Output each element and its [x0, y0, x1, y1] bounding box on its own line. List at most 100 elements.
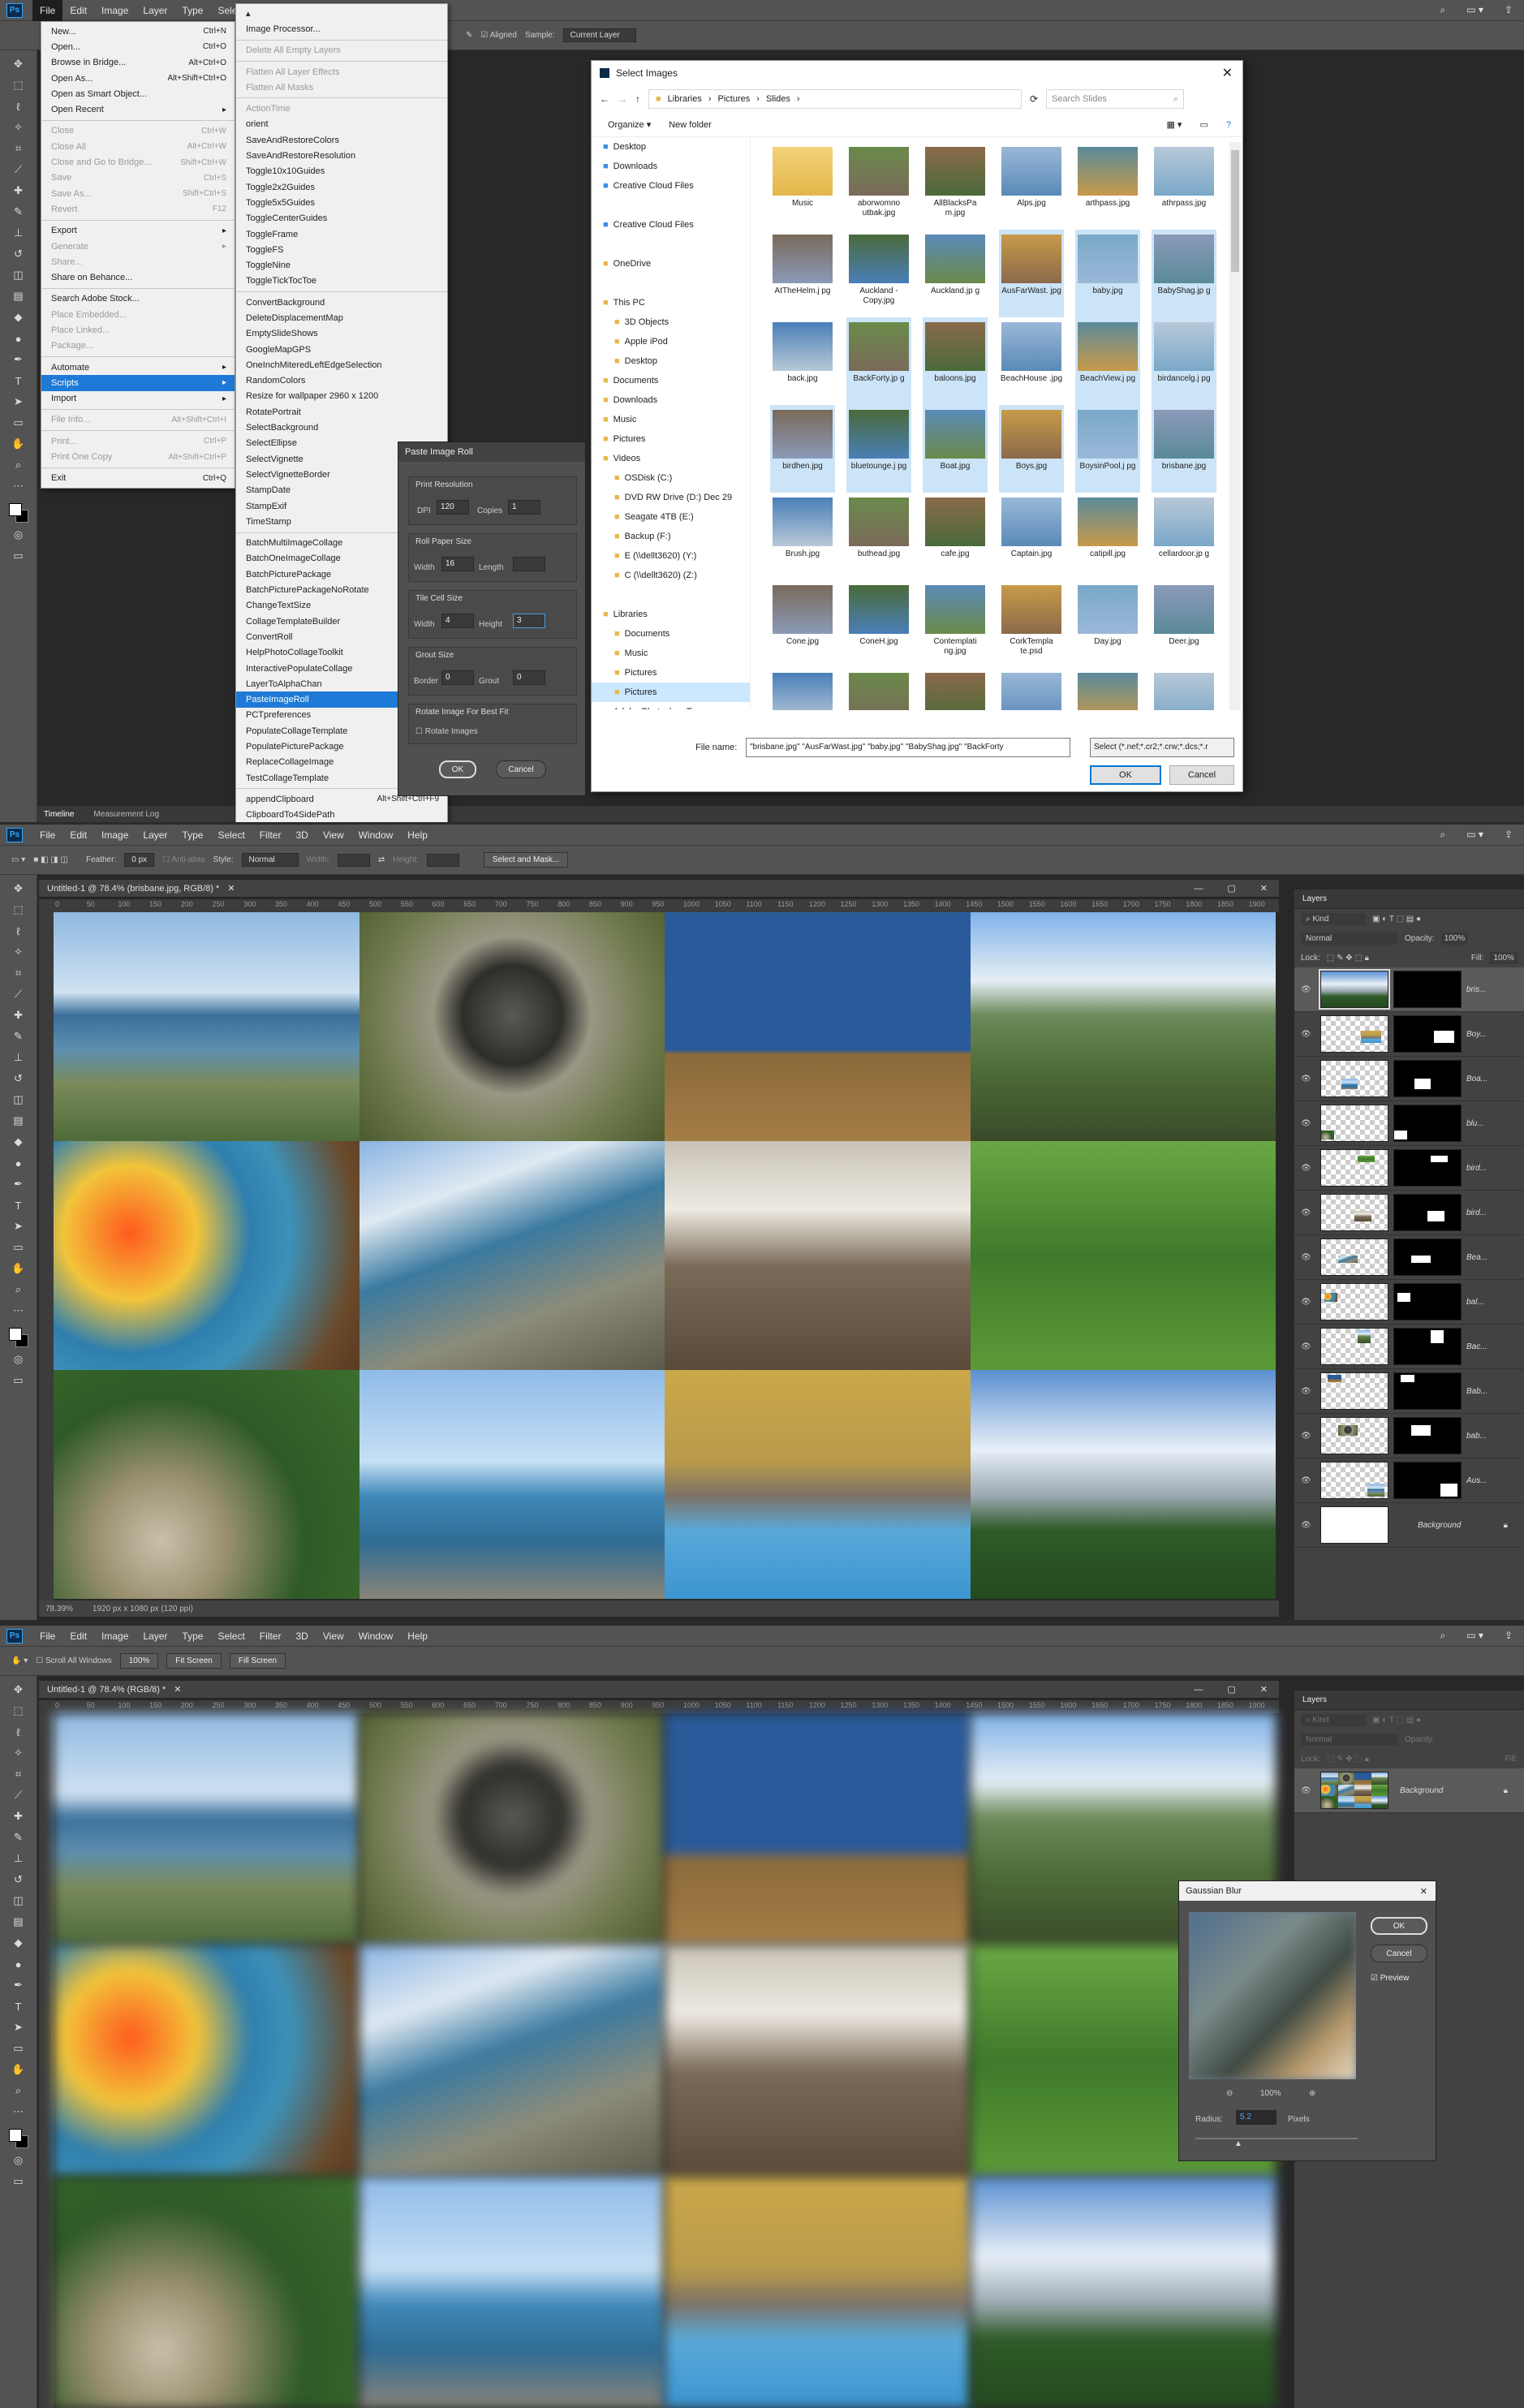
breadcrumb-item[interactable]: Pictures — [718, 94, 751, 104]
menu-item[interactable]: Close and Go to Bridge... Shift+Ctrl+W — [41, 154, 235, 170]
eye-icon[interactable]: 👁︎ — [1301, 1786, 1315, 1795]
eyedropper-icon[interactable]: ⟋ — [10, 161, 28, 179]
file-item[interactable] — [846, 668, 911, 710]
eraser-icon[interactable]: ◫ — [10, 1892, 28, 1910]
menu-item[interactable]: ActionTime — [236, 101, 447, 116]
file-item[interactable]: baby.jpg — [1075, 230, 1140, 317]
nav-item[interactable]: ■ Documents — [592, 371, 750, 390]
file-item[interactable]: bluetounge.j pg — [846, 405, 911, 493]
file-item[interactable]: BoysinPool.j pg — [1075, 405, 1140, 493]
menu-item[interactable]: ToggleCenterGuides — [236, 211, 447, 226]
cancel-button[interactable]: Cancel — [1371, 1945, 1427, 1962]
back-icon[interactable]: ← — [600, 93, 609, 105]
nav-item[interactable]: ■ DVD RW Drive (D:) Dec 29 — [592, 488, 750, 507]
menu-file[interactable]: File — [32, 825, 62, 846]
view-icon[interactable]: ▦ ▾ — [1166, 119, 1182, 130]
blur-preview[interactable] — [1189, 1912, 1356, 2079]
nav-item[interactable]: ■ E (\\dellt3620) (Y:) — [592, 546, 750, 566]
collage-tile[interactable] — [665, 1945, 971, 2177]
style-select[interactable]: Normal — [241, 853, 299, 867]
menu-item[interactable]: EmptySlideShows — [236, 326, 447, 342]
select-and-mask-button[interactable]: Select and Mask... — [483, 852, 569, 868]
filter-icons[interactable]: ▣ ◐ T ⬚ ▤ ● — [1372, 1716, 1421, 1725]
file-item[interactable]: birdancelg.j pg — [1152, 317, 1216, 405]
rotate-checkbox[interactable]: ☐ Rotate Images — [415, 727, 478, 736]
blur-tool-icon[interactable]: ◆ — [10, 308, 28, 326]
file-item[interactable]: Captain.jpg — [999, 493, 1064, 580]
dodge-tool-icon[interactable]: ● — [10, 1154, 28, 1172]
pane-icon[interactable]: ▭ — [1199, 119, 1208, 130]
file-item[interactable]: ConeH.jpg — [846, 580, 911, 668]
tile-width-input[interactable]: 4 — [441, 614, 474, 628]
gradient-tool-icon[interactable]: ▤ — [10, 1913, 28, 1931]
pen-tool-icon[interactable]: ✒ — [10, 351, 28, 368]
layer-row[interactable]: 👁︎ Boy... — [1294, 1012, 1524, 1057]
search-input[interactable]: Search Slides ⌕ — [1046, 89, 1185, 109]
file-item[interactable]: brisbane.jpg — [1152, 405, 1216, 493]
nav-item[interactable]: ■ Desktop — [592, 351, 750, 371]
menu-item[interactable]: Save As... Shift+Ctrl+S — [41, 186, 235, 201]
nav-item[interactable]: ■ Documents — [592, 624, 750, 644]
file-item[interactable]: Music — [770, 142, 835, 230]
file-item[interactable]: athrpass.jpg — [1152, 142, 1216, 230]
lasso-tool-icon[interactable]: ℓ — [10, 97, 28, 115]
menu-item[interactable]: ToggleFS — [236, 242, 447, 257]
refresh-icon[interactable]: ⟳ — [1030, 93, 1038, 105]
menu-item[interactable]: Close All Alt+Ctrl+W — [41, 139, 235, 154]
history-brush-icon[interactable]: ↺ — [10, 1871, 28, 1889]
lock-icons[interactable]: ⬚ ✎ ✥ ⬚ 🔒︎ — [1327, 954, 1369, 963]
path-select-icon[interactable]: ➤ — [10, 2018, 28, 2036]
hand-tool-icon[interactable]: ✋ — [10, 1260, 28, 1277]
menu-item[interactable]: ▴ — [236, 6, 447, 21]
forward-icon[interactable]: → — [618, 93, 627, 105]
history-brush-icon[interactable]: ↺ — [10, 1070, 28, 1088]
menu-item[interactable]: Print... Ctrl+P — [41, 433, 235, 449]
color-swatches[interactable] — [8, 503, 28, 523]
eyedropper-icon[interactable]: ⟋ — [10, 1786, 28, 1804]
move-tool-icon[interactable]: ✥ — [10, 1681, 28, 1699]
menu-type[interactable]: Type — [174, 825, 210, 846]
crop-tool-icon[interactable]: ⌗ — [10, 140, 28, 157]
foreground-color-swatch[interactable] — [8, 503, 22, 516]
collage-tile[interactable] — [665, 1713, 971, 1945]
file-item[interactable]: Contemplati ng.jpg — [923, 580, 988, 668]
layer-row[interactable]: 👁︎ blu... — [1294, 1101, 1524, 1146]
collage-tile[interactable] — [54, 1370, 359, 1599]
dodge-tool-icon[interactable]: ● — [10, 1955, 28, 1973]
dpi-input[interactable]: 120 — [437, 500, 469, 515]
layer-row[interactable]: 👁︎ Bab... — [1294, 1369, 1524, 1414]
file-item[interactable]: BabyShag.jp g — [1152, 230, 1216, 317]
collage-tile[interactable] — [359, 1370, 665, 1599]
nav-item[interactable]: ■ Libraries — [592, 605, 750, 624]
collage-tile[interactable] — [970, 1141, 1276, 1370]
layer-mask[interactable] — [1393, 1105, 1462, 1142]
close-icon[interactable]: ✕ — [1222, 65, 1233, 81]
blur-tool-icon[interactable]: ◆ — [10, 1934, 28, 1952]
layer-mask[interactable] — [1393, 1462, 1462, 1499]
rectangle-tool-icon[interactable]: ▭ — [10, 2040, 28, 2057]
breadcrumb-item[interactable]: Libraries — [668, 94, 702, 104]
menu-item[interactable]: Toggle2x2Guides — [236, 179, 447, 195]
marquee-tool-icon[interactable]: ⬚ — [10, 901, 28, 919]
file-item[interactable]: cafe.jpg — [923, 493, 988, 580]
layer-mask[interactable] — [1393, 1372, 1462, 1410]
layer-mask[interactable] — [1393, 1417, 1462, 1454]
menu-item[interactable]: New... Ctrl+N — [41, 24, 235, 39]
width-input[interactable] — [337, 853, 370, 867]
brush-tool-icon[interactable]: ✎ — [10, 1829, 28, 1846]
file-item[interactable] — [770, 668, 835, 710]
breadcrumb[interactable]: ■ Libraries › Pictures › Slides › — [648, 89, 1022, 109]
nav-item[interactable]: ■ Music — [592, 410, 750, 429]
close-icon[interactable]: ✕ — [1260, 1684, 1268, 1695]
menu-item[interactable]: Open Recent ▸ — [41, 101, 235, 117]
collage-canvas[interactable] — [54, 912, 1276, 1599]
menu-item[interactable]: Place Embedded... — [41, 307, 235, 322]
menu-edit[interactable]: Edit — [62, 825, 94, 846]
blend-select[interactable]: Normal — [1301, 932, 1398, 945]
share-icon[interactable]: ⇪ — [1505, 4, 1513, 16]
file-item[interactable]: BackForty.jp g — [846, 317, 911, 405]
collage-tile[interactable] — [359, 912, 665, 1141]
hand-tool-icon[interactable]: ✋ — [10, 2061, 28, 2078]
menu-select[interactable]: Select — [210, 1626, 252, 1647]
minimize-icon[interactable]: — — [1194, 1685, 1203, 1695]
